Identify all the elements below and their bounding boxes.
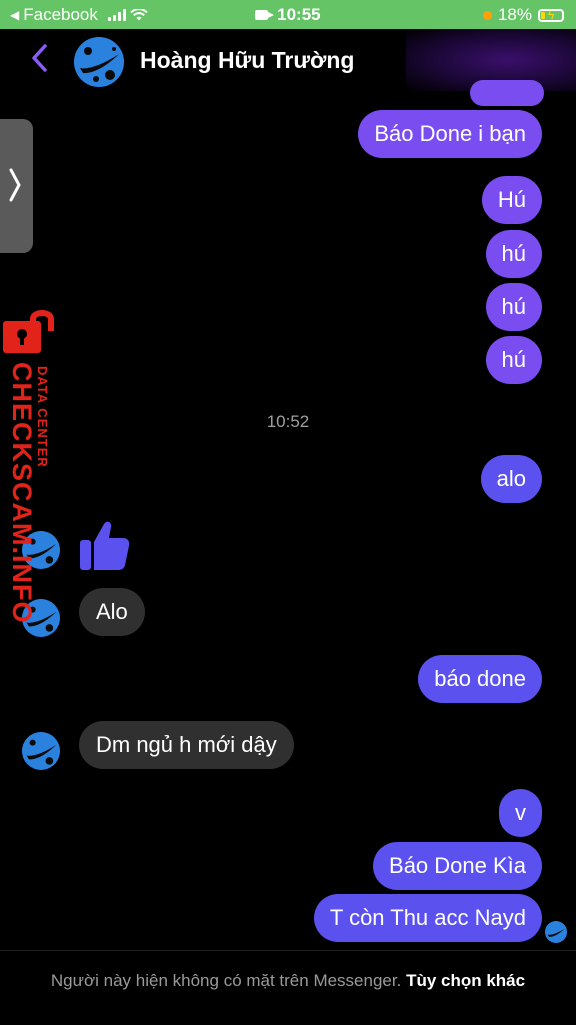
message-bubble-incoming[interactable]: Dm ngủ h mới dậy: [79, 721, 294, 769]
unavailable-notice: Người này hiện không có mặt trên Messeng…: [50, 971, 402, 990]
message-bubble-outgoing[interactable]: alo: [480, 455, 542, 503]
message-bubble-outgoing[interactable]: Hú: [481, 176, 542, 224]
back-chevron-icon[interactable]: [30, 43, 48, 73]
sender-avatar[interactable]: [22, 732, 60, 770]
message-bubble-outgoing[interactable]: hú: [485, 336, 542, 384]
status-right: 18% ϟ: [482, 5, 564, 25]
message-bubble-outgoing[interactable]: Báo Done i bạn: [358, 110, 542, 158]
watermark-brand: CHECKSCAM.INFO: [7, 362, 37, 624]
message-bubble-outgoing[interactable]: hú: [485, 230, 542, 278]
chevron-right-icon: [9, 168, 21, 202]
message-bubble-outgoing[interactable]: Báo Done Kìa: [373, 842, 542, 890]
camera-icon: [255, 10, 275, 20]
message-bubble-outgoing[interactable]: hú: [485, 283, 542, 331]
message-bubble-outgoing[interactable]: v: [499, 789, 542, 837]
message-bubble-partial: [470, 80, 544, 106]
battery-charging-icon: ϟ: [538, 8, 564, 22]
lock-icon: [3, 310, 54, 353]
battery-percent: 18%: [497, 5, 532, 24]
message-bubble-outgoing[interactable]: T còn Thu acc Nayd: [313, 894, 542, 942]
side-panel-handle[interactable]: [0, 119, 33, 253]
watermark-tagline: DATA CENTER: [35, 366, 50, 468]
orange-dot-icon: [482, 10, 492, 20]
contact-avatar[interactable]: [74, 37, 124, 87]
footer-text: Người này hiện không có mặt trên Messeng…: [40, 969, 536, 992]
footer-notice: Người này hiện không có mặt trên Messeng…: [0, 950, 576, 1025]
thumbs-up-icon[interactable]: [78, 518, 130, 572]
contact-name[interactable]: Hoàng Hữu Trường: [140, 47, 354, 74]
message-bubble-outgoing[interactable]: báo done: [418, 655, 542, 703]
message-timestamp: 10:52: [266, 412, 310, 431]
message-bubble-incoming[interactable]: Alo: [79, 588, 145, 636]
other-options-link[interactable]: Tùy chọn khác: [406, 971, 525, 990]
read-receipt-avatar: [545, 921, 567, 943]
status-bar: ◀ Facebook 10:55 18% ϟ: [0, 0, 576, 29]
